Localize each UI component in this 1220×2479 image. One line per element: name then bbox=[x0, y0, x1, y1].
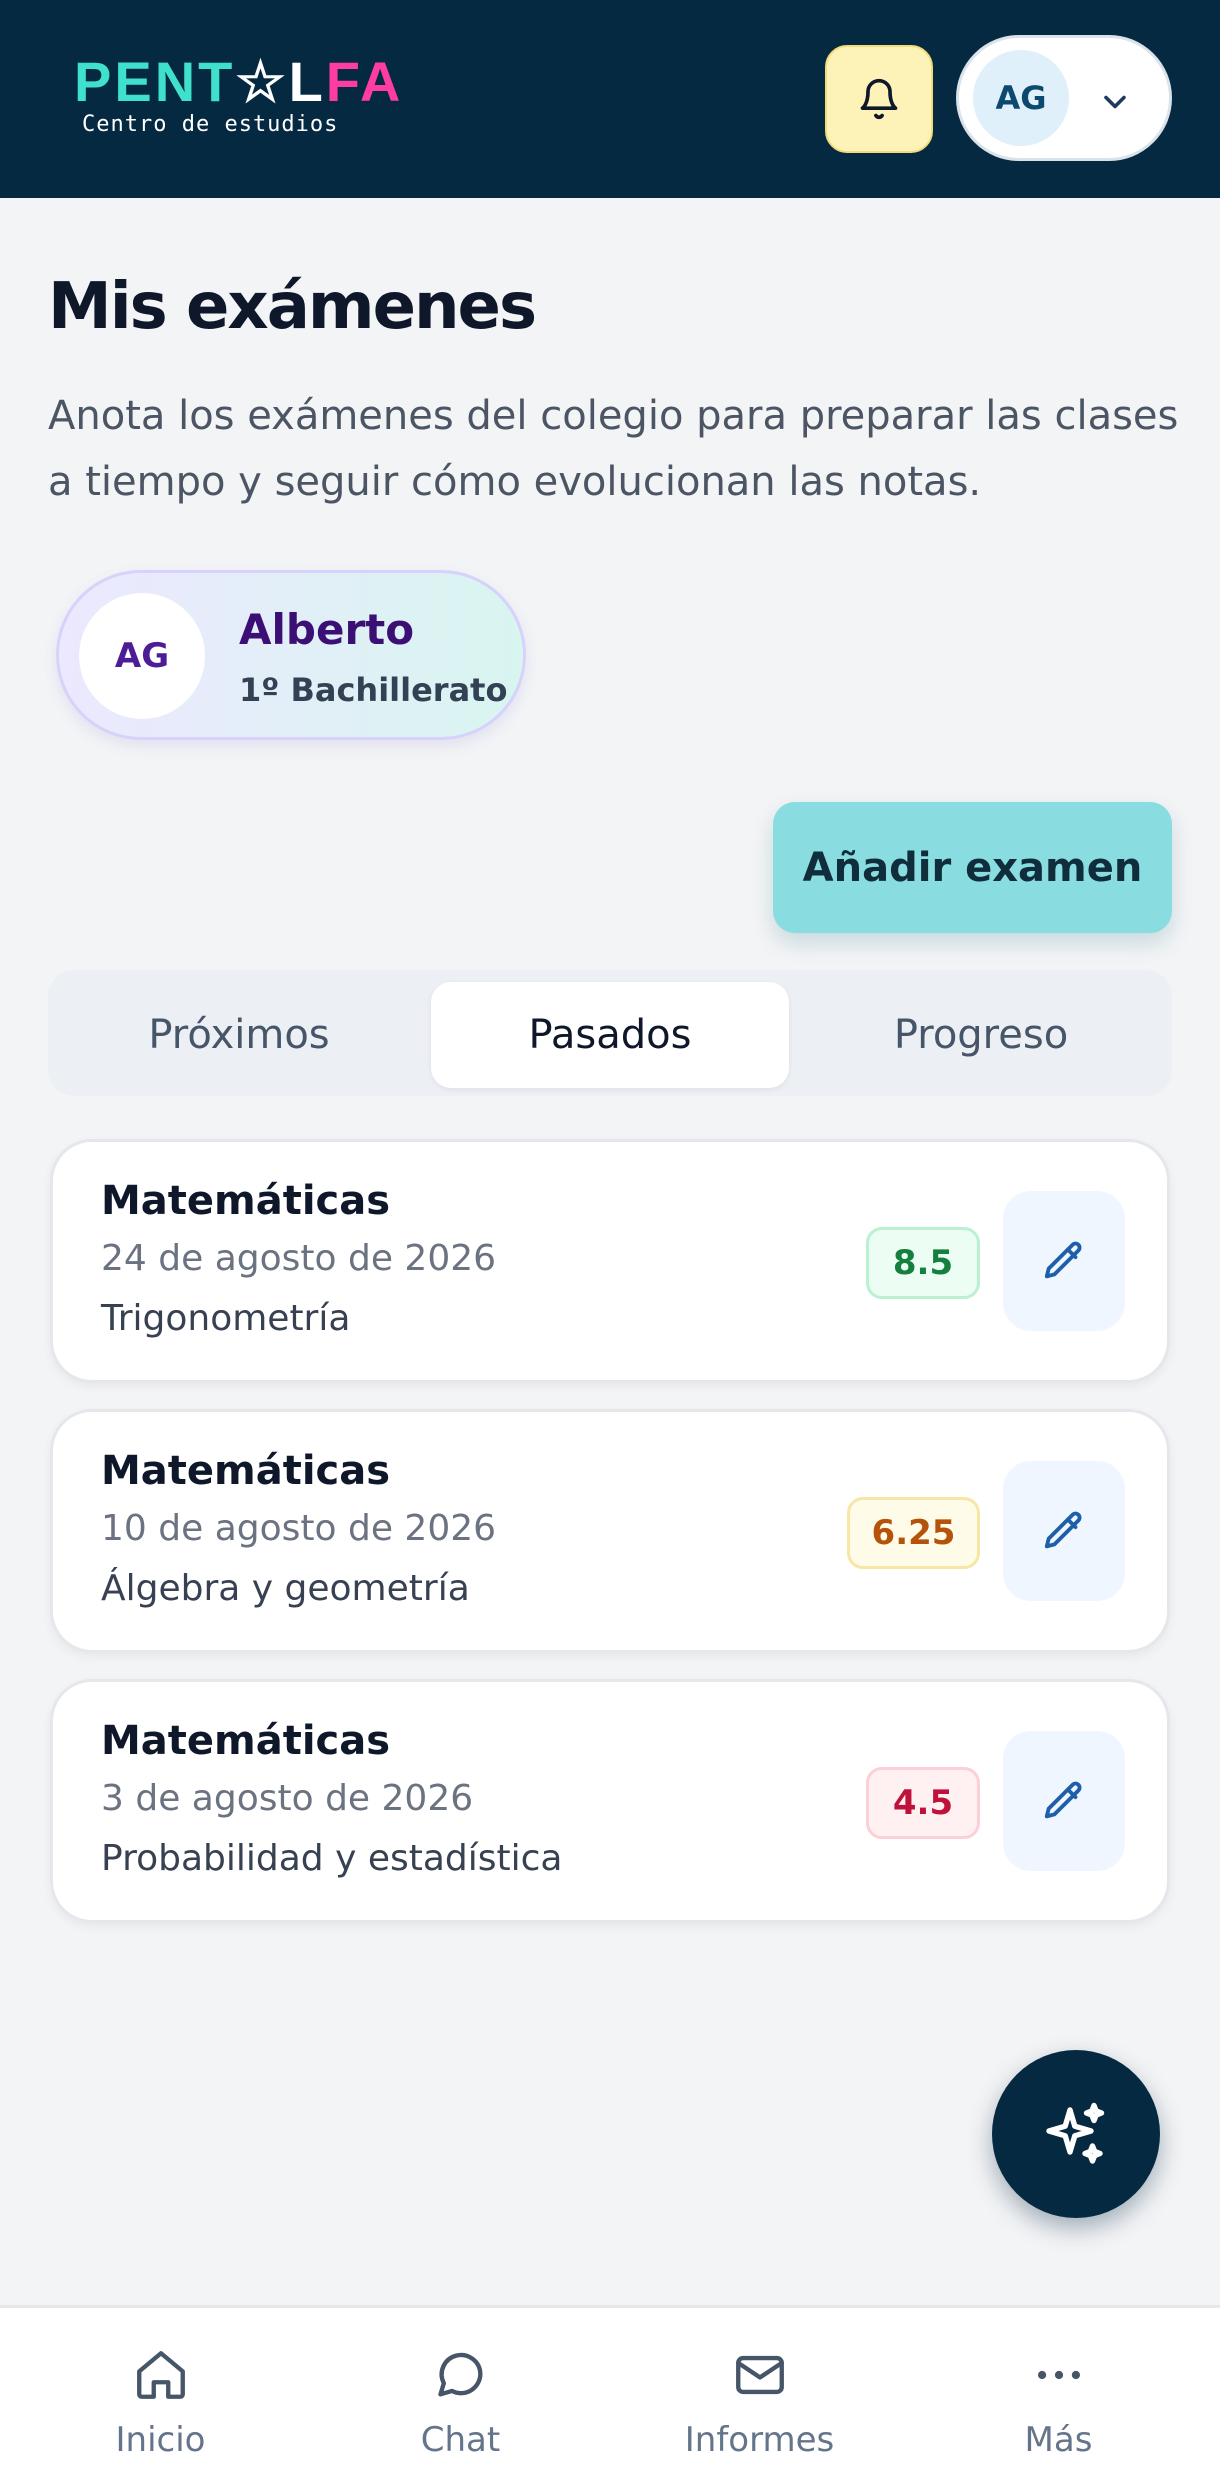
home-icon bbox=[136, 2351, 185, 2399]
grade-badge: 6.25 bbox=[847, 1497, 980, 1569]
grade-badge: 4.5 bbox=[866, 1767, 980, 1839]
user-menu-button[interactable]: AG bbox=[956, 35, 1172, 161]
nav-label: Chat bbox=[420, 2420, 501, 2460]
nav-item-chat[interactable]: Chat bbox=[308, 2308, 613, 2479]
tab-progreso[interactable]: Progreso bbox=[802, 982, 1160, 1088]
student-avatar: AG bbox=[79, 593, 205, 719]
chevron-down-icon bbox=[1104, 95, 1126, 109]
nav-label: Más bbox=[1024, 2420, 1093, 2460]
student-selector[interactable]: AG Alberto 1º Bachillerato bbox=[56, 570, 526, 740]
logo-subtitle: Centro de estudios bbox=[82, 112, 339, 137]
nav-label: Inicio bbox=[115, 2420, 206, 2460]
tab-proximos[interactable]: Próximos bbox=[60, 982, 418, 1088]
edit-exam-button[interactable] bbox=[1003, 1461, 1125, 1601]
exam-topic: Álgebra y geometría bbox=[101, 1568, 470, 1609]
pencil-icon bbox=[1044, 1241, 1082, 1279]
grade-badge: 8.5 bbox=[866, 1227, 980, 1299]
exam-subject: Matemáticas bbox=[101, 1178, 391, 1224]
page-title: Mis exámenes bbox=[48, 270, 537, 344]
add-exam-button[interactable]: Añadir examen bbox=[773, 802, 1172, 933]
edit-exam-button[interactable] bbox=[1003, 1191, 1125, 1331]
exam-card: Matemáticas 3 de agosto de 2026 Probabil… bbox=[50, 1679, 1170, 1923]
ai-assistant-button[interactable] bbox=[992, 2050, 1160, 2218]
logo-wordmark: PENT☆LFA bbox=[74, 50, 404, 113]
nav-item-mas[interactable]: Más bbox=[906, 2308, 1211, 2479]
student-name: Alberto bbox=[239, 605, 415, 654]
exam-topic: Probabilidad y estadística bbox=[101, 1838, 563, 1879]
exam-date: 24 de agosto de 2026 bbox=[101, 1238, 497, 1279]
nav-label: Informes bbox=[684, 2420, 835, 2460]
notifications-button[interactable] bbox=[825, 45, 933, 153]
nav-item-inicio[interactable]: Inicio bbox=[8, 2308, 313, 2479]
student-course: 1º Bachillerato bbox=[239, 671, 508, 709]
nav-item-informes[interactable]: Informes bbox=[607, 2308, 912, 2479]
exam-subject: Matemáticas bbox=[101, 1448, 391, 1494]
tab-pasados[interactable]: Pasados bbox=[431, 982, 789, 1088]
exam-card: Matemáticas 24 de agosto de 2026 Trigono… bbox=[50, 1139, 1170, 1383]
more-icon bbox=[1037, 2370, 1080, 2380]
pentalfa-logo[interactable]: PENT☆LFA Centro de estudios bbox=[74, 50, 400, 150]
sparkles-icon bbox=[1046, 2102, 1105, 2164]
mail-icon bbox=[735, 2355, 784, 2395]
exam-tabs: Próximos Pasados Progreso bbox=[48, 970, 1172, 1096]
user-avatar: AG bbox=[973, 50, 1069, 146]
bottom-navigation: Inicio Chat Informes Más bbox=[0, 2305, 1220, 2479]
exam-date: 10 de agosto de 2026 bbox=[101, 1508, 497, 1549]
exam-card: Matemáticas 10 de agosto de 2026 Álgebra… bbox=[50, 1409, 1170, 1653]
edit-exam-button[interactable] bbox=[1003, 1731, 1125, 1871]
exam-subject: Matemáticas bbox=[101, 1718, 391, 1764]
exam-topic: Trigonometría bbox=[101, 1298, 351, 1339]
pencil-icon bbox=[1044, 1781, 1082, 1819]
page-description: Anota los exámenes del colegio para prep… bbox=[48, 393, 1179, 505]
pencil-icon bbox=[1044, 1511, 1082, 1549]
app-header: PENT☆LFA Centro de estudios AG bbox=[0, 0, 1220, 198]
chat-icon bbox=[437, 2352, 483, 2397]
bell-icon bbox=[860, 78, 898, 119]
exam-date: 3 de agosto de 2026 bbox=[101, 1778, 474, 1819]
